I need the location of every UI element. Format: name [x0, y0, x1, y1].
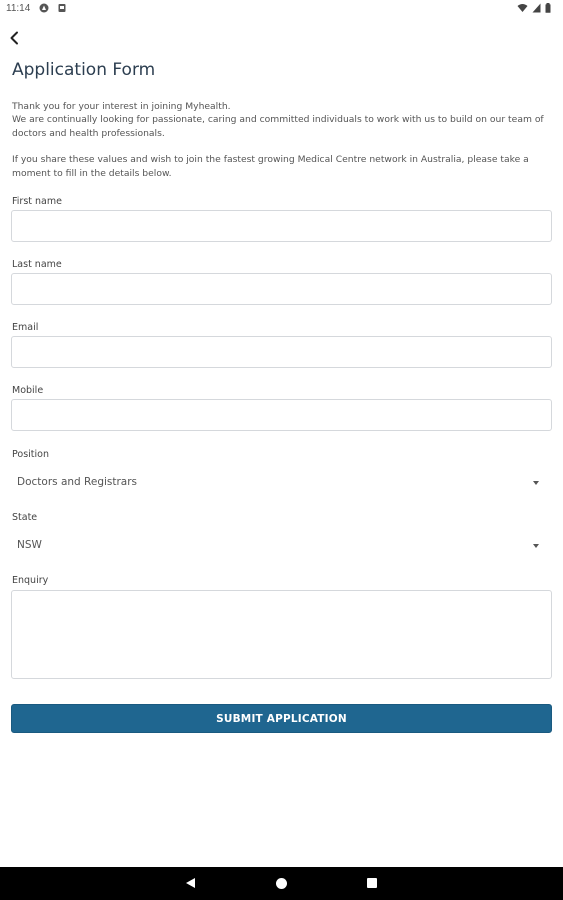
last-name-label: Last name — [12, 259, 62, 270]
status-time: 11:14 — [6, 3, 31, 14]
signal-icon — [532, 3, 541, 13]
dropdown-caret-icon — [533, 544, 539, 548]
last-name-input[interactable] — [11, 273, 552, 305]
state-label: State — [12, 512, 38, 523]
state-select[interactable]: NSW — [11, 535, 552, 557]
system-nav-bar — [0, 867, 563, 900]
position-label: Position — [12, 449, 49, 460]
email-label: Email — [12, 322, 39, 333]
position-select[interactable]: Doctors and Registrars — [11, 472, 552, 494]
mobile-label: Mobile — [12, 385, 44, 396]
enquiry-textarea[interactable] — [11, 590, 552, 679]
mobile-input[interactable] — [11, 399, 552, 431]
first-name-input[interactable] — [11, 210, 552, 242]
status-icons-right — [517, 3, 551, 13]
state-selected-value: NSW — [17, 539, 42, 551]
email-input[interactable] — [11, 336, 552, 368]
nav-back-icon[interactable] — [186, 878, 195, 888]
wifi-icon — [517, 4, 528, 12]
page-title: Application Form — [12, 60, 156, 80]
back-button[interactable] — [4, 27, 24, 49]
app-notification-icon — [39, 3, 49, 13]
battery-icon — [545, 3, 551, 13]
intro-paragraph-1: Thank you for your interest in joining M… — [12, 101, 544, 139]
sd-card-icon — [58, 4, 66, 12]
enquiry-label: Enquiry — [12, 575, 49, 586]
first-name-label: First name — [12, 196, 62, 207]
position-selected-value: Doctors and Registrars — [17, 476, 138, 488]
status-bar: 11:14 — [0, 0, 563, 18]
dropdown-caret-icon — [533, 481, 539, 485]
nav-recents-icon[interactable] — [367, 878, 377, 888]
intro-paragraph-2: If you share these values and wish to jo… — [12, 154, 529, 179]
submit-application-button[interactable]: SUBMIT APPLICATION — [11, 704, 552, 733]
arrow-back-icon — [10, 31, 18, 45]
intro-text: Thank you for your interest in joining M… — [12, 100, 547, 180]
nav-home-icon[interactable] — [276, 878, 287, 889]
